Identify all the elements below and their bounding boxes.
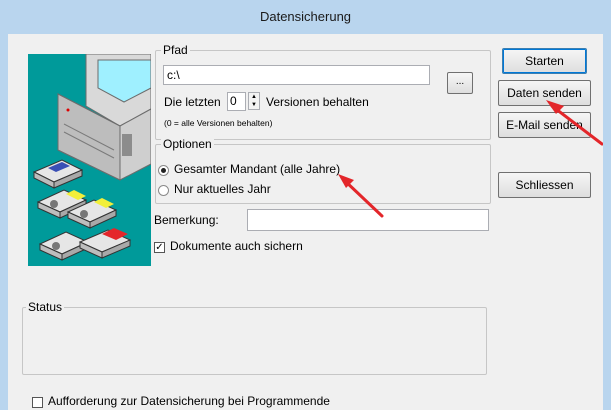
datensicherung-window: Datensicherung Pfad c:\ ... Die letzten … [0, 0, 611, 410]
dialog-client-area: Pfad c:\ ... Die letzten 0 ▲ ▼ Versionen… [8, 34, 603, 410]
window-title: Datensicherung [0, 0, 611, 34]
red-arrow-annotation [338, 100, 603, 218]
